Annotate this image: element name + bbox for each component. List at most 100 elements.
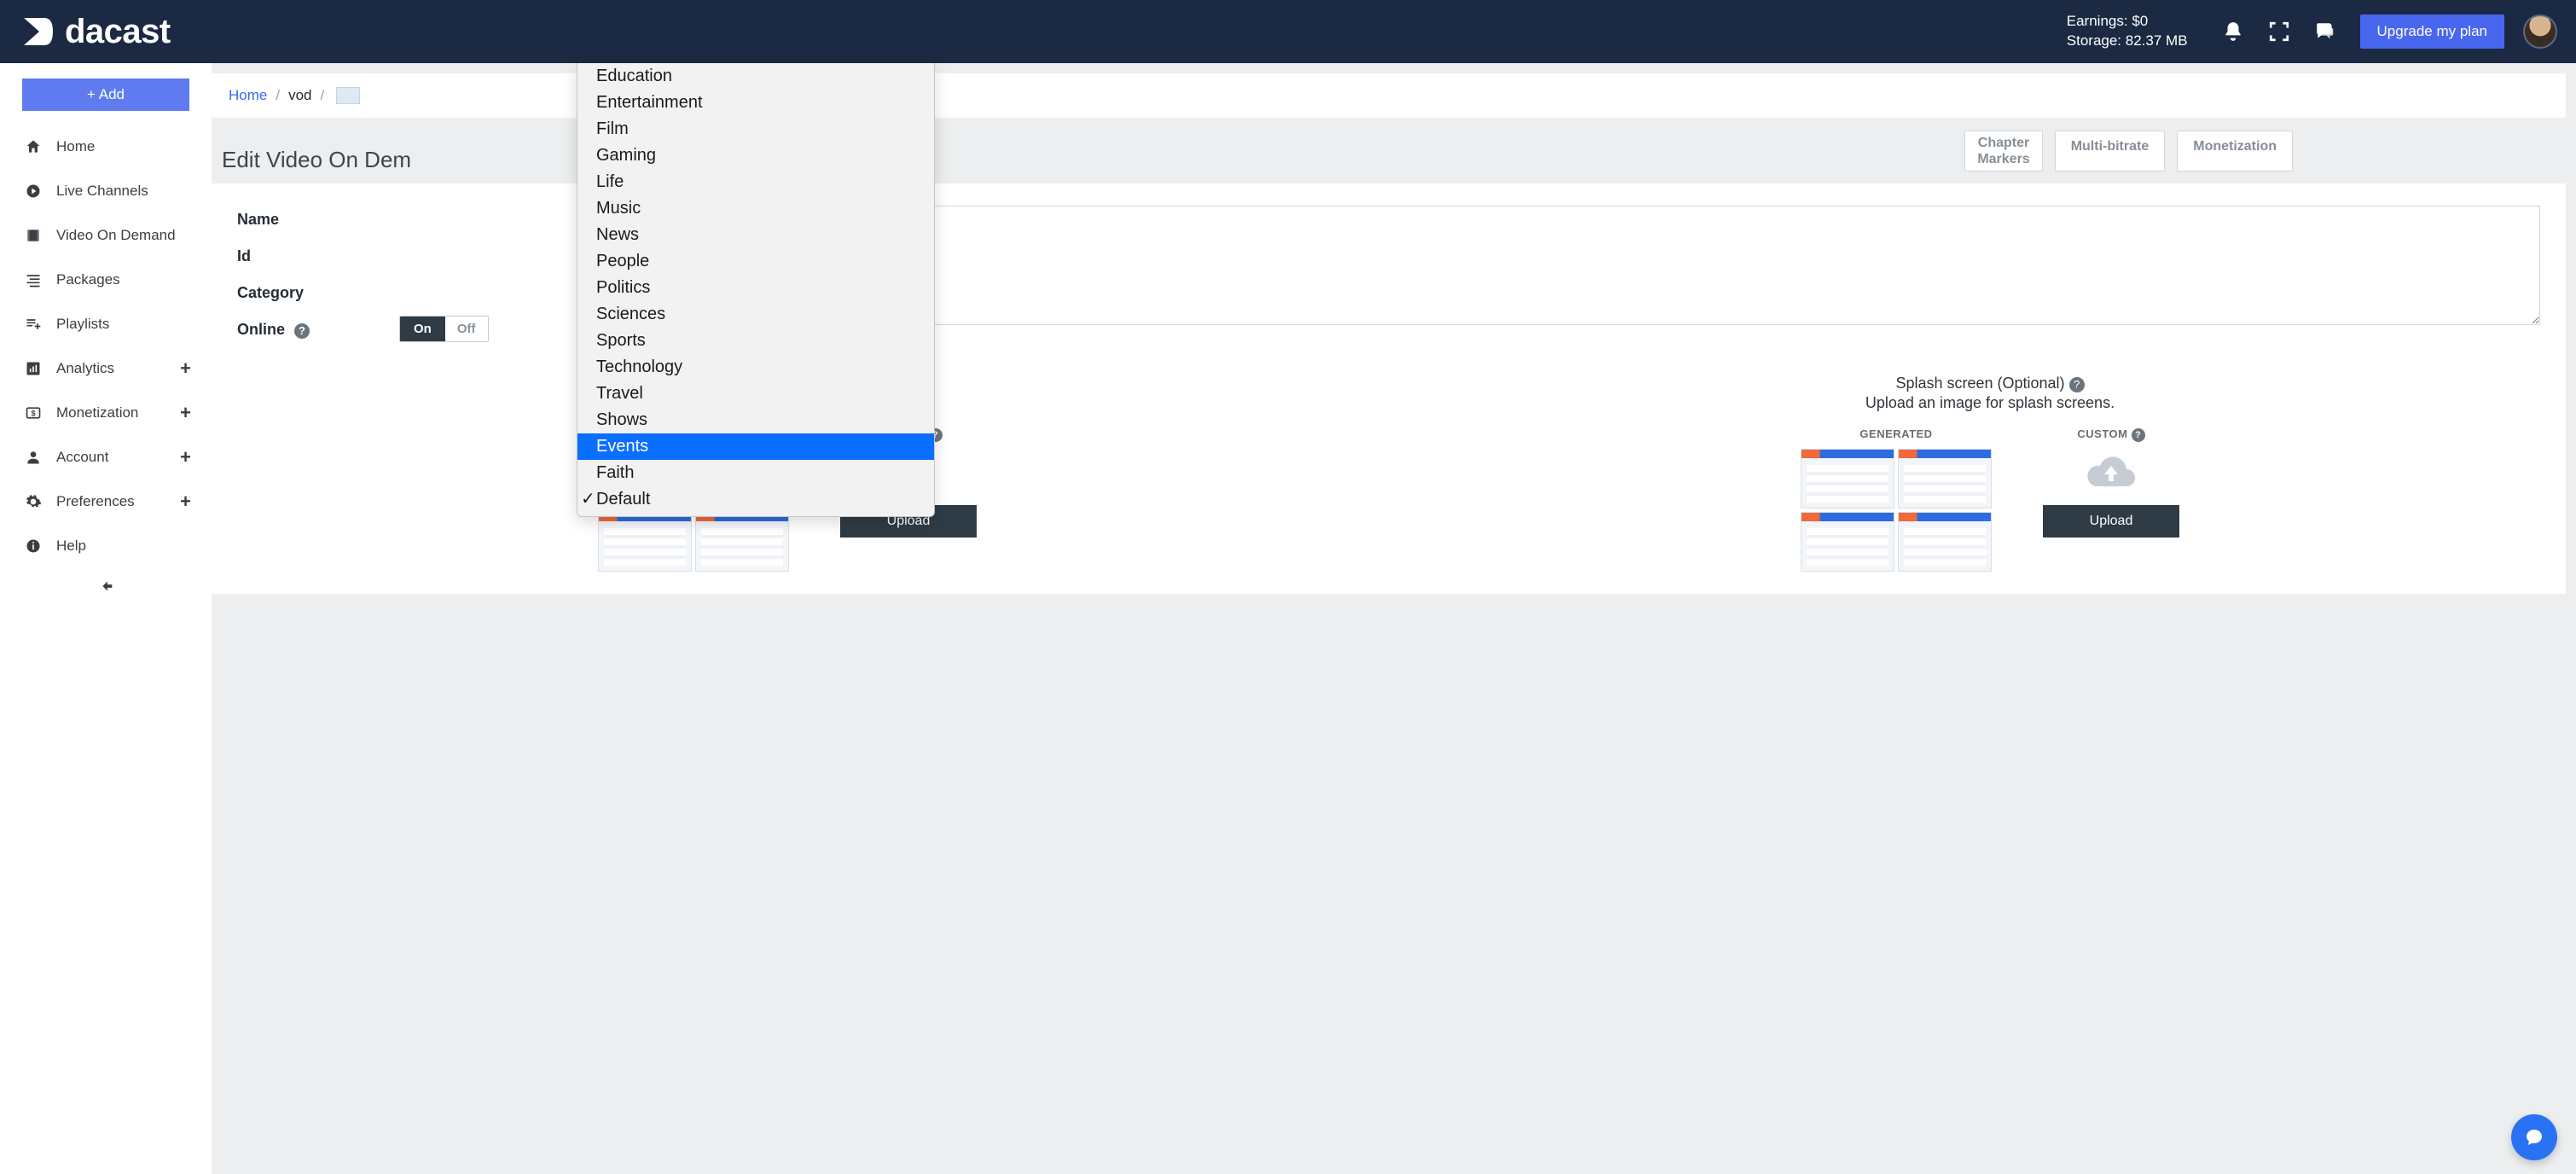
thumbnail-option[interactable]: [695, 512, 789, 572]
brand[interactable]: dacast: [19, 13, 171, 51]
category-option[interactable]: Technology: [577, 354, 934, 381]
category-option[interactable]: Shows: [577, 407, 934, 433]
sidebar-item-preferences[interactable]: Preferences +: [0, 479, 212, 524]
person-icon: [24, 448, 43, 467]
settings-panel: Name Description Id Category Online ? On…: [212, 183, 2566, 594]
generated-heading: GENERATED: [1801, 427, 1992, 440]
category-option-label: Education: [596, 67, 672, 85]
category-option-label: Default: [596, 490, 650, 509]
splash-option[interactable]: [1801, 512, 1894, 572]
chat-bubble-icon: [2524, 1127, 2544, 1148]
upload-cloud-icon: [2081, 450, 2141, 491]
collapse-sidebar-icon[interactable]: [96, 577, 115, 596]
support-chat-button[interactable]: [2511, 1114, 2557, 1160]
brand-name: dacast: [65, 13, 171, 51]
expand-icon[interactable]: +: [180, 357, 191, 380]
home-icon: [24, 137, 43, 156]
description-textarea[interactable]: [910, 206, 2540, 325]
earnings-label: Earnings:: [2067, 13, 2128, 29]
expand-icon[interactable]: +: [180, 446, 191, 468]
category-option[interactable]: Travel: [577, 381, 934, 407]
category-option[interactable]: Gaming: [577, 142, 934, 169]
category-option-label: Sports: [596, 331, 646, 350]
play-circle-icon: [24, 182, 43, 201]
splash-title: Splash screen (Optional): [1895, 375, 2064, 392]
category-option-label: News: [596, 225, 639, 244]
category-option[interactable]: Film: [577, 116, 934, 142]
toggle-off[interactable]: Off: [445, 317, 488, 341]
sidebar-item-label: Packages: [56, 271, 120, 288]
sidebar: + Add Home Live Channels Video On Demand Pa…: [0, 63, 212, 1174]
category-option[interactable]: Faith: [577, 460, 934, 486]
generated-splash[interactable]: [1801, 449, 1992, 572]
list-indent-icon: [24, 270, 43, 289]
category-option-label: Entertainment: [596, 93, 703, 112]
app-header: dacast Earnings: $0 Storage: 82.37 MB Up…: [0, 0, 2576, 63]
category-option[interactable]: News: [577, 222, 934, 248]
splash-option[interactable]: [1898, 512, 1992, 572]
help-icon[interactable]: ?: [2069, 377, 2085, 392]
category-option-label: Gaming: [596, 146, 656, 165]
sidebar-item-label: Home: [56, 138, 95, 155]
category-option-label: Shows: [596, 410, 647, 429]
storage-label: Storage:: [2067, 32, 2121, 49]
category-option[interactable]: Events: [577, 433, 934, 460]
online-toggle[interactable]: On Off: [399, 316, 489, 342]
category-option[interactable]: ✓Default: [577, 486, 934, 513]
category-option-label: Film: [596, 119, 629, 138]
category-option-label: Life: [596, 172, 624, 191]
expand-icon[interactable]: +: [180, 491, 191, 513]
category-option[interactable]: Sports: [577, 328, 934, 354]
sidebar-item-label: Account: [56, 449, 108, 466]
breadcrumb-sep: /: [321, 87, 325, 104]
main-content: Education Entertainment Film Gaming Life Musi…: [212, 63, 2576, 1174]
breadcrumb-vod: vod: [288, 87, 311, 104]
custom-heading: CUSTOM: [2077, 427, 2127, 440]
add-button[interactable]: + Add: [22, 78, 189, 111]
check-icon: ✓: [581, 488, 595, 511]
category-option[interactable]: People: [577, 248, 934, 275]
chat-icon[interactable]: [2314, 20, 2336, 43]
sidebar-item-live-channels[interactable]: Live Channels: [0, 169, 212, 213]
sidebar-item-home[interactable]: Home: [0, 125, 212, 169]
sidebar-item-video-on-demand[interactable]: Video On Demand: [0, 213, 212, 258]
bell-icon[interactable]: [2222, 20, 2244, 43]
earnings-value: $0: [2132, 13, 2148, 29]
sidebar-item-account[interactable]: Account +: [0, 435, 212, 479]
splash-option[interactable]: [1801, 449, 1894, 509]
category-dropdown[interactable]: Education Entertainment Film Gaming Life Musi…: [577, 63, 935, 517]
category-option[interactable]: Entertainment: [577, 90, 934, 116]
sidebar-item-help[interactable]: Help: [0, 524, 212, 568]
help-icon[interactable]: ?: [294, 323, 310, 339]
sidebar-item-playlists[interactable]: Playlists: [0, 302, 212, 346]
toggle-on[interactable]: On: [400, 317, 445, 341]
category-option[interactable]: Education: [577, 63, 934, 90]
category-option-label: Politics: [596, 278, 650, 297]
upgrade-plan-button[interactable]: Upgrade my plan: [2360, 15, 2504, 49]
upload-splash-button[interactable]: Upload: [2043, 505, 2179, 538]
sidebar-item-label: Preferences: [56, 493, 135, 510]
bar-chart-icon: [24, 359, 43, 378]
fullscreen-icon[interactable]: [2268, 20, 2290, 43]
tab-monetization[interactable]: Monetization: [2177, 131, 2293, 171]
tab-multi-bitrate[interactable]: Multi-bitrate: [2055, 131, 2166, 171]
svg-text:$: $: [31, 409, 35, 417]
sidebar-item-packages[interactable]: Packages: [0, 258, 212, 302]
breadcrumb-home[interactable]: Home: [229, 87, 267, 104]
avatar[interactable]: [2523, 15, 2557, 49]
brand-logo-icon: [19, 13, 56, 50]
sidebar-item-label: Video On Demand: [56, 227, 176, 244]
dollar-icon: $: [24, 404, 43, 422]
category-option[interactable]: Music: [577, 195, 934, 222]
sidebar-item-monetization[interactable]: $Monetization+: [0, 391, 212, 435]
category-option[interactable]: Politics: [577, 275, 934, 301]
category-option[interactable]: Sciences: [577, 301, 934, 328]
category-option[interactable]: Life: [577, 169, 934, 195]
account-usage: Earnings: $0 Storage: 82.37 MB: [2067, 12, 2188, 51]
tab-chapter-markers[interactable]: Chapter Markers: [1964, 131, 2042, 171]
splash-option[interactable]: [1898, 449, 1992, 509]
sidebar-item-analytics[interactable]: Analytics+: [0, 346, 212, 391]
expand-icon[interactable]: +: [180, 402, 191, 424]
help-icon[interactable]: ?: [2132, 428, 2145, 442]
thumbnail-option[interactable]: [598, 512, 692, 572]
